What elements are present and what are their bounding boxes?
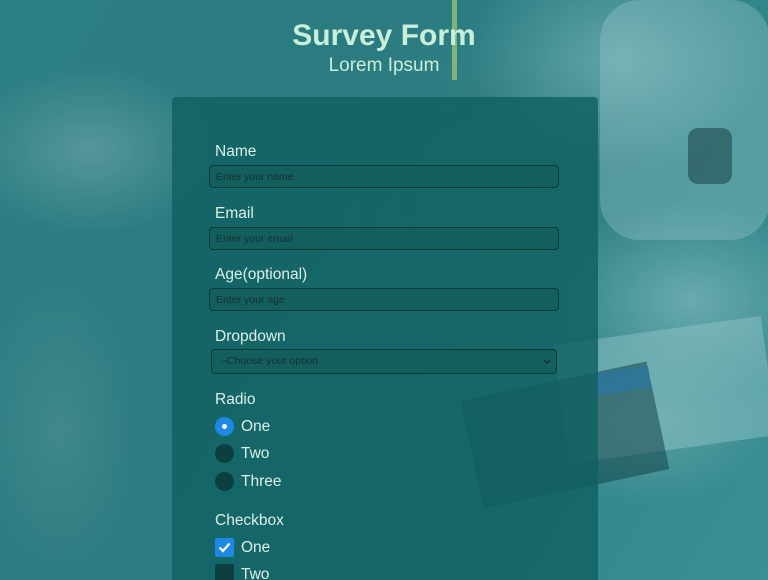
radio-option-label: Two [241, 445, 270, 462]
dropdown-select[interactable]: --Choose your option [211, 349, 557, 374]
page-header: Survey Form Lorem Ipsum [0, 18, 768, 78]
dropdown-label: Dropdown [215, 328, 286, 345]
radio-button-three[interactable] [215, 472, 234, 491]
name-label: Name [215, 143, 257, 160]
page-title: Survey Form [292, 19, 476, 52]
checkmark-icon [218, 542, 231, 553]
page-subtitle: Lorem Ipsum [328, 55, 440, 76]
age-input[interactable] [209, 288, 559, 311]
checkbox-two[interactable] [215, 564, 234, 580]
name-input[interactable] [209, 165, 559, 188]
radio-option-label: One [241, 418, 271, 435]
radio-button-two[interactable] [215, 444, 234, 463]
checkbox-one[interactable] [215, 538, 234, 557]
email-label: Email [215, 205, 254, 222]
email-input[interactable] [209, 227, 559, 250]
radio-option-label: Three [241, 473, 282, 490]
checkbox-option-label: One [241, 539, 271, 556]
checkbox-option-label: Two [241, 566, 270, 580]
radio-label: Radio [215, 391, 256, 408]
checkbox-label: Checkbox [215, 512, 284, 529]
radio-button-one[interactable] [215, 417, 234, 436]
age-label: Age(optional) [215, 266, 308, 283]
background-watch [688, 128, 732, 184]
chevron-down-icon [542, 350, 552, 382]
dropdown-selected-value: --Choose your option [220, 355, 319, 367]
